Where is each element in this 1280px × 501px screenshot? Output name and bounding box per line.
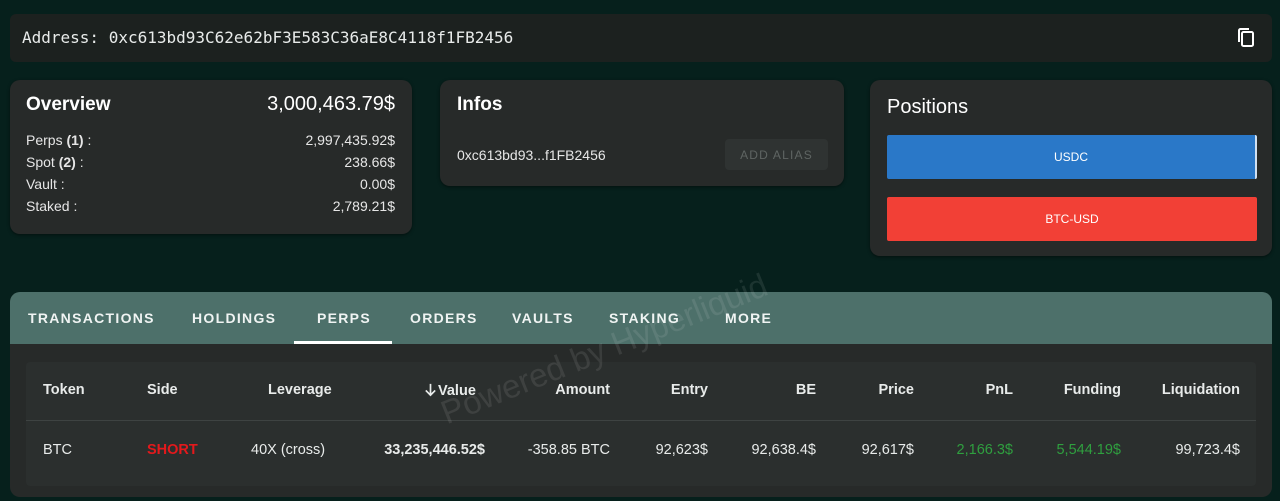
overview-row-label: Spot bbox=[26, 154, 55, 170]
overview-row-label: Perps bbox=[26, 132, 63, 148]
overview-row-value: 238.66$ bbox=[344, 154, 395, 170]
cell-entry: 92,623$ bbox=[655, 442, 708, 458]
overview-card: Overview 3,000,463.79$ Perps (1) : 2,997… bbox=[10, 80, 412, 234]
infos-card: Infos 0xc613bd93...f1FB2456 ADD ALIAS bbox=[440, 80, 844, 186]
header-side[interactable]: Side bbox=[147, 382, 178, 398]
overview-row-count: (2) bbox=[58, 154, 76, 170]
cell-value: 33,235,446.52$ bbox=[384, 442, 485, 458]
cell-pnl: 2,166.3$ bbox=[956, 442, 1013, 458]
header-amount[interactable]: Amount bbox=[555, 382, 610, 398]
details-panel: TRANSACTIONS HOLDINGS PERPS ORDERS VAULT… bbox=[10, 292, 1272, 497]
tab-vaults[interactable]: VAULTS bbox=[512, 292, 574, 344]
address-text: Address: 0xc613bd93C62e62bF3E583C36aE8C4… bbox=[22, 28, 514, 47]
cell-token: BTC bbox=[43, 442, 72, 458]
overview-row-spot: Spot (2) : 238.66$ bbox=[26, 154, 395, 170]
overview-title: Overview bbox=[26, 94, 111, 115]
infos-title: Infos bbox=[457, 94, 503, 115]
overview-row-count: (1) bbox=[66, 132, 84, 148]
cell-price: 92,617$ bbox=[861, 442, 914, 458]
tab-transactions[interactable]: TRANSACTIONS bbox=[28, 292, 155, 344]
header-be[interactable]: BE bbox=[796, 382, 816, 398]
overview-row-vault: Vault : 0.00$ bbox=[26, 176, 395, 192]
cell-be: 92,638.4$ bbox=[751, 442, 816, 458]
header-pnl[interactable]: PnL bbox=[986, 382, 1013, 398]
overview-row-value: 2,789.21$ bbox=[332, 198, 395, 214]
overview-row-staked: Staked : 2,789.21$ bbox=[26, 198, 395, 214]
cell-liquidation: 99,723.4$ bbox=[1175, 442, 1240, 458]
copy-icon[interactable] bbox=[1234, 26, 1258, 50]
header-leverage[interactable]: Leverage bbox=[268, 382, 332, 398]
tab-bar: TRANSACTIONS HOLDINGS PERPS ORDERS VAULT… bbox=[10, 292, 1272, 344]
header-funding[interactable]: Funding bbox=[1064, 382, 1121, 398]
overview-row-value: 2,997,435.92$ bbox=[305, 132, 395, 148]
tab-orders[interactable]: ORDERS bbox=[410, 292, 478, 344]
perps-table: Token Side Leverage Value Amount Entry B… bbox=[26, 362, 1256, 486]
cell-funding: 5,544.19$ bbox=[1056, 442, 1121, 458]
overview-row-label: Staked bbox=[26, 198, 70, 214]
header-token[interactable]: Token bbox=[43, 382, 85, 398]
overview-row-perps: Perps (1) : 2,997,435.92$ bbox=[26, 132, 395, 148]
position-bar-usdc[interactable]: USDC bbox=[887, 135, 1257, 179]
short-address: 0xc613bd93...f1FB2456 bbox=[457, 147, 606, 163]
cell-leverage: 40X (cross) bbox=[251, 442, 326, 458]
tab-perps[interactable]: PERPS bbox=[317, 292, 371, 344]
tab-holdings[interactable]: HOLDINGS bbox=[192, 292, 276, 344]
overview-row-value: 0.00$ bbox=[359, 176, 395, 192]
cell-amount: -358.85 BTC bbox=[527, 442, 610, 458]
positions-title: Positions bbox=[887, 96, 969, 118]
header-entry[interactable]: Entry bbox=[671, 382, 708, 398]
positions-card: Positions USDC BTC-USD bbox=[870, 80, 1272, 256]
overview-row-label: Vault bbox=[26, 176, 57, 192]
header-value[interactable]: Value bbox=[423, 382, 476, 399]
overview-total: 3,000,463.79$ bbox=[267, 93, 395, 115]
active-tab-indicator bbox=[294, 341, 392, 344]
header-divider bbox=[26, 420, 1256, 421]
header-liquidation[interactable]: Liquidation bbox=[1162, 382, 1240, 398]
tab-more[interactable]: MORE bbox=[725, 292, 772, 344]
address-bar: Address: 0xc613bd93C62e62bF3E583C36aE8C4… bbox=[10, 14, 1272, 62]
add-alias-button[interactable]: ADD ALIAS bbox=[725, 139, 828, 170]
tab-staking[interactable]: STAKING bbox=[609, 292, 680, 344]
position-bar-btc-usd[interactable]: BTC-USD bbox=[887, 197, 1257, 241]
cell-side: SHORT bbox=[147, 442, 198, 458]
arrow-down-icon bbox=[425, 383, 436, 397]
header-price[interactable]: Price bbox=[879, 382, 914, 398]
